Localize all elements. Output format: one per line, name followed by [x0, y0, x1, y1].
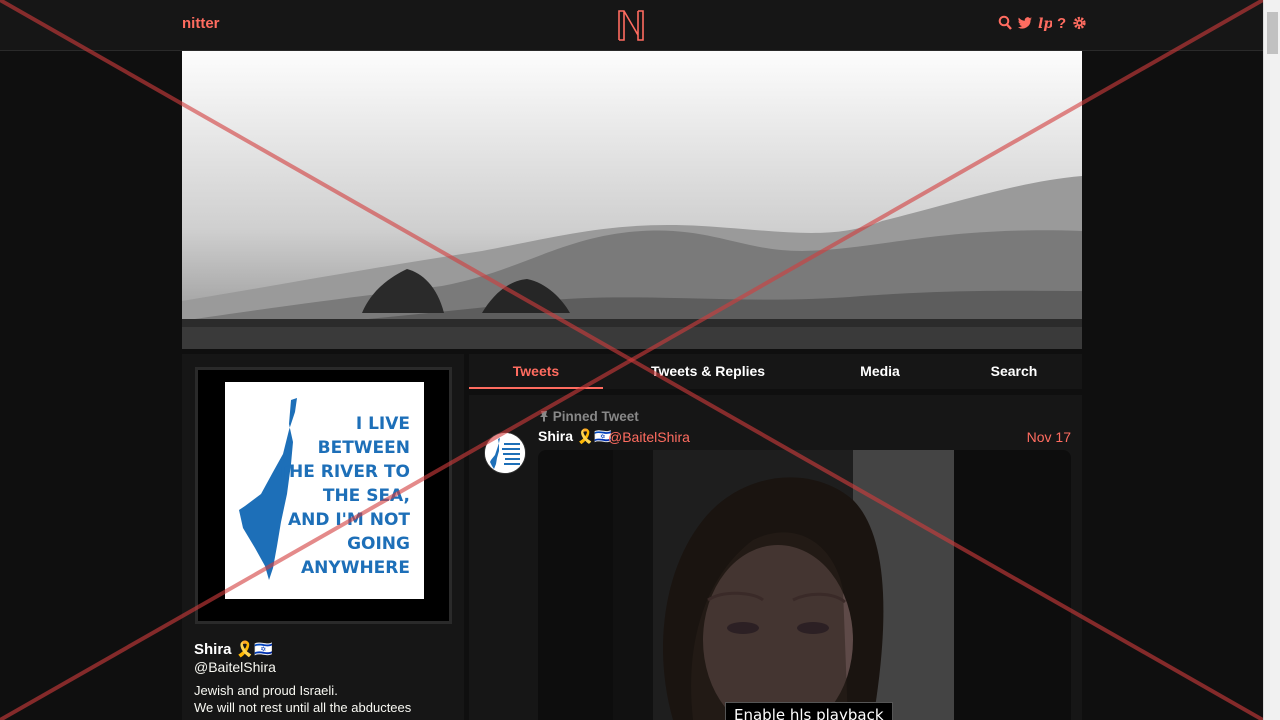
svg-text:?: ? [1057, 15, 1066, 31]
bio-line: Jewish and proud Israeli. [194, 683, 338, 698]
help-icon[interactable]: ? [1057, 15, 1067, 36]
nav-icon-group: lp ? [998, 15, 1087, 36]
settings-icon[interactable] [1072, 15, 1087, 36]
nitter-logo-icon[interactable] [616, 8, 646, 47]
scrollbar-thumb[interactable] [1267, 12, 1278, 54]
search-icon[interactable] [998, 15, 1012, 36]
svg-text:lp: lp [1038, 16, 1052, 31]
bio-line: We will not rest until all the abductees [194, 700, 412, 715]
tab-media[interactable]: Media [841, 354, 919, 389]
tweet-avatar[interactable] [484, 432, 526, 474]
tab-tweets[interactable]: Tweets [469, 354, 603, 389]
profile-handle[interactable]: @BaitelShira [194, 659, 276, 675]
avatar-slogan: I LIVE BETWEEN THE RIVER TO THE SEA, AND… [277, 414, 410, 578]
tab-tweets-and-replies[interactable]: Tweets & Replies [639, 354, 777, 389]
profile-card: I LIVE BETWEEN THE RIVER TO THE SEA, AND… [182, 354, 464, 720]
tweet-author-handle[interactable]: @BaitelShira [608, 429, 690, 445]
profile-banner[interactable] [182, 51, 1082, 349]
timeline: Pinned Tweet Shira 🎗️🇮🇱 @BaitelShira Nov… [469, 395, 1082, 720]
tab-search[interactable]: Search [974, 354, 1054, 389]
tweet-date[interactable]: Nov 17 [1027, 429, 1071, 445]
video-thumbnail [613, 450, 954, 720]
tweet-video[interactable]: Enable hls playback [538, 450, 1071, 720]
top-nav-bar: nitter lp ? [0, 0, 1263, 51]
timeline-tabs: Tweets Tweets & Replies Media Search [469, 354, 1082, 389]
enable-hls-playback-button[interactable]: Enable hls playback [725, 702, 893, 720]
nitter-home-link[interactable]: nitter [182, 15, 220, 32]
pin-icon [539, 409, 553, 424]
tweet-author-name[interactable]: Shira 🎗️🇮🇱 [538, 428, 612, 445]
profile-avatar[interactable]: I LIVE BETWEEN THE RIVER TO THE SEA, AND… [195, 367, 452, 624]
liberapay-icon[interactable]: lp [1038, 15, 1053, 36]
pinned-tweet-label: Pinned Tweet [539, 409, 639, 424]
profile-bio: Jewish and proud Israeli. We will not re… [194, 682, 454, 716]
twitter-icon[interactable] [1017, 15, 1033, 36]
avatar-image: I LIVE BETWEEN THE RIVER TO THE SEA, AND… [225, 382, 424, 599]
page-scrollbar[interactable] [1263, 0, 1280, 720]
profile-name[interactable]: Shira 🎗️🇮🇱 [194, 640, 273, 658]
